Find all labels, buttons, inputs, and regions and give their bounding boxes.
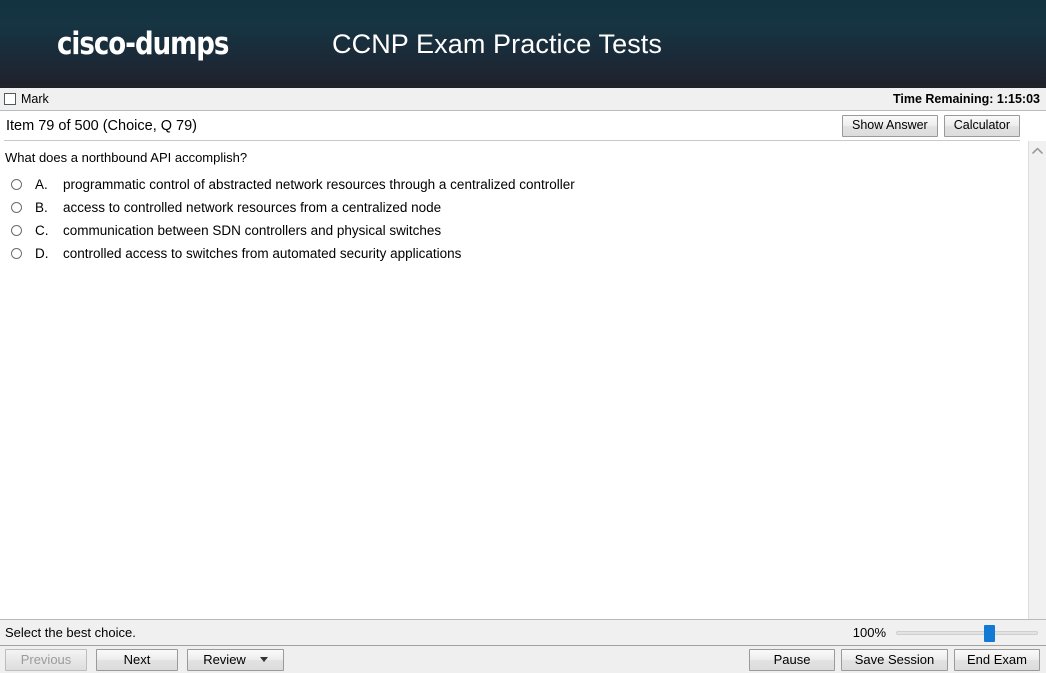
option-text-b: access to controlled network resources f…	[63, 200, 442, 215]
option-letter-b: B.	[35, 200, 48, 215]
previous-button[interactable]: Previous	[5, 648, 87, 671]
mark-timer-bar: Mark Time Remaining: 1:15:03	[0, 88, 1046, 111]
nav-group-right: Pause Save Session End Exam	[749, 648, 1040, 671]
option-letter-c: C.	[35, 223, 49, 238]
option-letter-a: A.	[35, 177, 48, 192]
brand-header: cisco-dumps CCNP Exam Practice Tests	[0, 0, 1046, 88]
item-actions: Show Answer Calculator	[841, 114, 1020, 137]
option-row[interactable]: A. programmatic control of abstracted ne…	[5, 176, 1018, 193]
radio-button-b[interactable]	[11, 202, 22, 213]
option-text-c: communication between SDN controllers an…	[63, 223, 442, 238]
option-text-a: programmatic control of abstracted netwo…	[63, 177, 575, 192]
question-stem: What does a northbound API accomplish?	[5, 150, 248, 165]
time-remaining: Time Remaining: 1:15:03	[892, 92, 1040, 106]
mark-checkbox-icon[interactable]	[4, 93, 16, 105]
nav-group-left: Previous Next Review	[5, 648, 284, 671]
zoom-control: 100%	[852, 624, 1038, 642]
zoom-percent-label: 100%	[852, 625, 886, 640]
show-answer-button[interactable]: Show Answer	[841, 114, 938, 137]
save-session-button[interactable]: Save Session	[841, 648, 948, 671]
next-button[interactable]: Next	[96, 648, 178, 671]
status-hint-text: Select the best choice.	[5, 625, 136, 640]
item-counter-label: Item 79 of 500 (Choice, Q 79)	[6, 117, 198, 134]
mark-control[interactable]: Mark	[4, 92, 49, 106]
navigation-bar: Previous Next Review Pause Save Session …	[0, 645, 1046, 673]
question-pane: What does a northbound API accomplish? A…	[0, 141, 1028, 619]
option-row[interactable]: C. communication between SDN controllers…	[5, 222, 1018, 239]
exam-application-window: cisco-dumps CCNP Exam Practice Tests Mar…	[0, 0, 1046, 673]
zoom-slider-track[interactable]	[896, 630, 1038, 635]
mark-label: Mark	[21, 92, 49, 106]
pause-button[interactable]: Pause	[749, 648, 835, 671]
scrollbar-track[interactable]	[1029, 158, 1046, 619]
page-title: CCNP Exam Practice Tests	[332, 29, 662, 59]
option-row[interactable]: D. controlled access to switches from au…	[5, 245, 1018, 262]
option-row[interactable]: B. access to controlled network resource…	[5, 199, 1018, 216]
calculator-button[interactable]: Calculator	[943, 114, 1020, 137]
zoom-slider-thumb[interactable]	[984, 624, 996, 642]
option-text-d: controlled access to switches from autom…	[63, 246, 462, 261]
brand-logo: cisco-dumps	[57, 26, 229, 62]
review-dropdown-button[interactable]: Review	[187, 648, 284, 671]
item-header-bar: Item 79 of 500 (Choice, Q 79) Show Answe…	[0, 111, 1046, 140]
radio-button-c[interactable]	[11, 225, 22, 236]
question-scrollbar[interactable]	[1028, 141, 1046, 619]
status-bar: Select the best choice. 100%	[0, 619, 1046, 645]
radio-button-a[interactable]	[11, 179, 22, 190]
review-label: Review	[203, 651, 246, 667]
zoom-slider[interactable]	[896, 624, 1038, 642]
radio-button-d[interactable]	[11, 248, 22, 259]
chevron-down-icon	[259, 656, 268, 662]
option-letter-d: D.	[35, 246, 49, 261]
content-area: What does a northbound API accomplish? A…	[0, 141, 1046, 619]
end-exam-button[interactable]: End Exam	[954, 648, 1040, 671]
scroll-up-chevron-up-icon[interactable]	[1030, 144, 1046, 158]
